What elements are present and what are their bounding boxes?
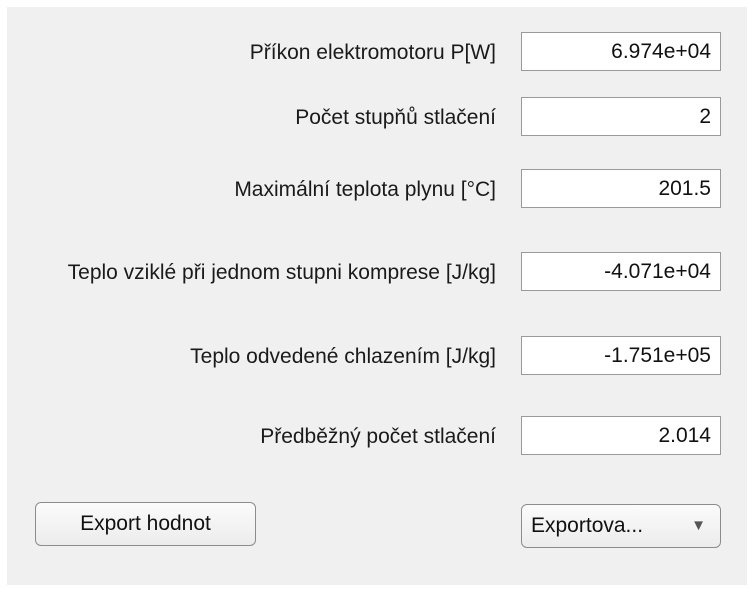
max-gas-temperature-field[interactable]: 201.5 xyxy=(521,169,721,208)
compression-stages-label: Počet stupňů stlačení xyxy=(295,106,496,129)
heat-per-stage-label: Teplo vziklé při jednom stupni komprese … xyxy=(67,261,496,284)
motor-power-value: 6.974e+04 xyxy=(611,40,711,63)
export-values-button[interactable]: Export hodnot xyxy=(35,502,256,546)
export-format-selected: Exportova... xyxy=(531,514,644,537)
motor-power-field[interactable]: 6.974e+04 xyxy=(521,32,721,71)
compression-stages-value: 2 xyxy=(699,105,711,128)
results-panel xyxy=(7,7,747,585)
cooling-heat-field[interactable]: -1.751e+05 xyxy=(521,336,721,375)
cooling-heat-value: -1.751e+05 xyxy=(604,344,711,367)
preliminary-compression-count-value: 2.014 xyxy=(658,424,711,447)
export-format-dropdown[interactable]: Exportova... ▼ xyxy=(521,504,721,548)
triangle-down-icon: ▼ xyxy=(691,517,706,534)
preliminary-compression-count-field[interactable]: 2.014 xyxy=(521,416,721,455)
max-gas-temperature-label: Maximální teplota plynu [°C] xyxy=(234,178,496,201)
cooling-heat-label: Teplo odvedené chlazením [J/kg] xyxy=(190,345,496,368)
max-gas-temperature-value: 201.5 xyxy=(658,177,711,200)
heat-per-stage-field[interactable]: -4.071e+04 xyxy=(521,252,721,291)
heat-per-stage-value: -4.071e+04 xyxy=(604,260,711,283)
preliminary-compression-count-label: Předběžný počet stlačení xyxy=(260,425,496,448)
compression-stages-field[interactable]: 2 xyxy=(521,97,721,136)
motor-power-label: Příkon elektromotoru P[W] xyxy=(249,41,496,64)
